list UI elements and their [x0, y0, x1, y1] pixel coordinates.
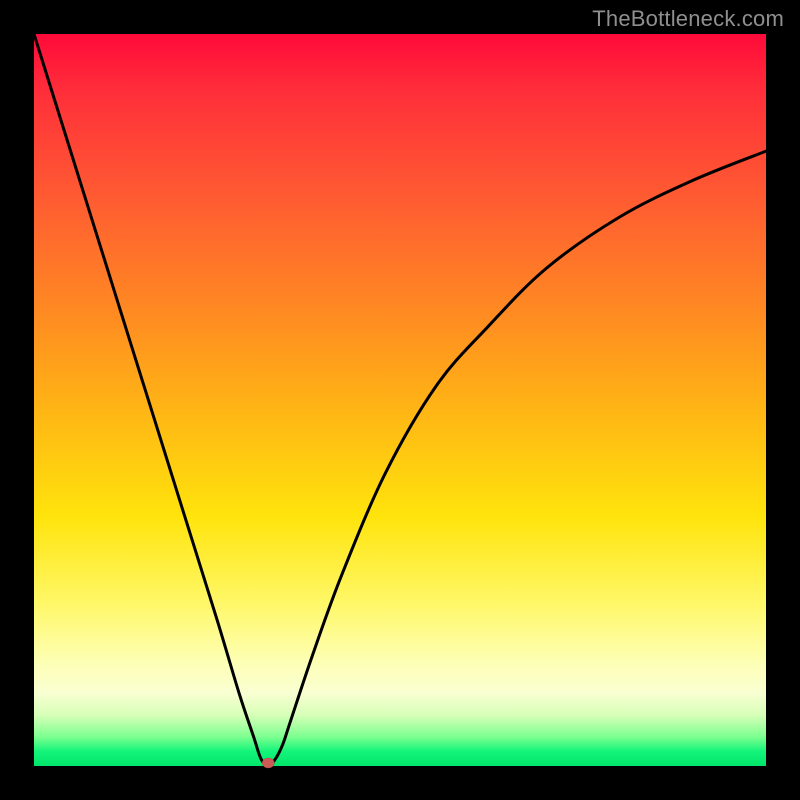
- plot-area: [34, 34, 766, 766]
- watermark-text: TheBottleneck.com: [592, 6, 784, 32]
- bottleneck-curve: [34, 34, 766, 766]
- chart-frame: TheBottleneck.com: [0, 0, 800, 800]
- curve-path: [34, 34, 766, 766]
- minimum-marker: [262, 758, 274, 768]
